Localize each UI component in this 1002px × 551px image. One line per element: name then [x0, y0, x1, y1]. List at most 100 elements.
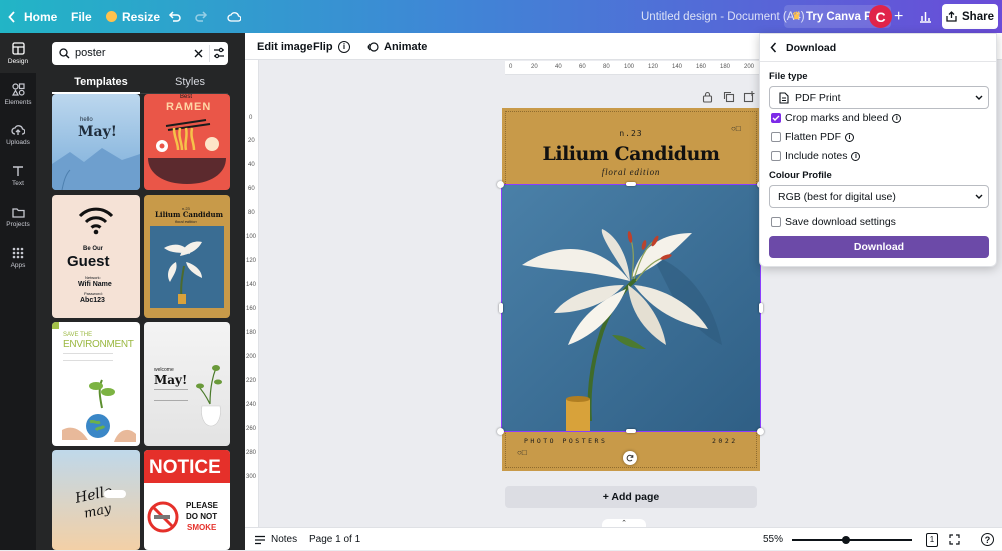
resize-handle[interactable] — [499, 303, 503, 313]
flatten-pdf-checkbox[interactable] — [771, 132, 781, 142]
chevron-left-icon — [8, 10, 15, 23]
chevron-left-icon[interactable] — [770, 42, 777, 53]
info-icon[interactable]: i — [851, 151, 861, 161]
template-text: Wifi Name — [78, 281, 112, 288]
info-icon[interactable]: i — [845, 132, 855, 142]
template-card-welcome-may[interactable]: welcome May! — [144, 322, 230, 446]
filter-sliders-icon[interactable] — [213, 47, 225, 59]
expand-icon — [949, 534, 960, 545]
ruler-label: 160 — [246, 306, 257, 312]
template-card-notice[interactable]: NOTICE PLEASE DO NOT SMOKE — [144, 450, 230, 550]
template-text: May! — [154, 373, 188, 387]
page-indicator[interactable]: Page 1 of 1 — [309, 528, 360, 551]
share-upload-icon — [946, 11, 957, 22]
rotate-handle[interactable] — [623, 451, 637, 465]
tab-styles[interactable]: Styles — [144, 76, 236, 88]
ruler-label: 200 — [246, 354, 257, 360]
template-card-hello-may[interactable]: hello May! — [52, 94, 140, 190]
search-box[interactable]: poster — [52, 42, 228, 65]
file-menu[interactable]: File — [71, 0, 92, 33]
rail-item-text[interactable]: Text — [0, 156, 36, 196]
cloud-save-status[interactable] — [227, 0, 241, 33]
resize-handle[interactable] — [626, 182, 636, 186]
crop-marks-checkbox[interactable] — [771, 113, 781, 123]
zoom-level[interactable]: 55% — [763, 528, 783, 551]
top-bar: Home File Resize Untitled design - Docum… — [0, 0, 1002, 33]
rail-label: Text — [12, 180, 24, 187]
close-icon[interactable] — [194, 49, 203, 58]
lock-icon[interactable] — [702, 91, 713, 103]
help-button[interactable]: ? — [981, 528, 994, 551]
info-icon[interactable]: i — [892, 113, 902, 123]
template-card-hello-may-clouds[interactable]: Hello may — [52, 450, 140, 550]
resize-handle[interactable] — [759, 303, 763, 313]
poster-subtitle: floral edition — [601, 167, 661, 177]
template-card-ramen[interactable]: Best RAMEN — [144, 94, 230, 190]
poster-footer-left: PHOTO POSTERS — [524, 437, 608, 445]
resize-label: Resize — [122, 9, 161, 24]
avatar[interactable]: C — [869, 5, 892, 28]
redo-button[interactable] — [195, 0, 208, 33]
folder-icon — [11, 207, 25, 218]
document-title[interactable]: Untitled design - Document (A4) — [641, 0, 805, 33]
ruler-label: 160 — [696, 64, 707, 70]
ruler-label: 260 — [246, 426, 257, 432]
file-type-select[interactable]: PDF Print — [769, 86, 989, 109]
rail-item-uploads[interactable]: Uploads — [0, 115, 36, 155]
resize-handle[interactable] — [626, 429, 636, 433]
include-notes-checkbox[interactable] — [771, 151, 781, 161]
poster-footer-right: 2022 — [712, 437, 738, 445]
template-text: Password: — [84, 291, 103, 296]
template-card-lilium[interactable]: n.23 Lilium Candidum floral edition — [144, 195, 230, 318]
template-text: RAMEN — [166, 101, 212, 113]
download-button[interactable]: Download — [769, 236, 989, 258]
home-button[interactable]: Home — [8, 0, 57, 33]
save-settings-option[interactable]: Save download settings — [785, 216, 896, 228]
flatten-pdf-option[interactable]: Flatten PDF i — [785, 131, 855, 143]
ruler-label: 60 — [248, 186, 255, 192]
zoom-slider[interactable] — [792, 536, 912, 544]
edit-image-button[interactable]: Edit image — [257, 33, 313, 60]
animate-button[interactable]: Animate — [367, 33, 427, 60]
info-button[interactable]: i — [338, 33, 350, 60]
no-smoking-icon — [147, 501, 179, 533]
fullscreen-button[interactable] — [949, 528, 960, 551]
resize-handle[interactable] — [757, 428, 764, 435]
notes-icon — [255, 535, 265, 544]
apps-grid-icon — [12, 247, 24, 259]
colour-profile-select[interactable]: RGB (best for digital use) — [769, 185, 989, 208]
include-notes-option[interactable]: Include notes i — [785, 150, 861, 162]
undo-button[interactable] — [168, 0, 181, 33]
template-text: Guest — [67, 253, 110, 270]
share-button[interactable]: Share — [942, 4, 998, 29]
rail-item-apps[interactable]: Apps — [0, 238, 36, 278]
rail-item-elements[interactable]: Elements — [0, 74, 36, 114]
ruler-label: 180 — [246, 330, 257, 336]
flip-button[interactable]: Flip — [313, 33, 333, 60]
page-count-button[interactable]: 1 — [926, 528, 938, 551]
save-settings-checkbox[interactable] — [771, 217, 781, 227]
resize-handle[interactable] — [497, 181, 504, 188]
template-card-guest-wifi[interactable]: Be Our Guest Network: Wifi Name Password… — [52, 195, 140, 318]
insights-button[interactable] — [919, 0, 932, 33]
poster-square-icon: ○□ — [731, 124, 741, 133]
ruler-label: 120 — [648, 64, 659, 70]
home-label: Home — [24, 9, 58, 24]
template-body-lines — [154, 389, 188, 401]
crop-marks-option[interactable]: Crop marks and bleed i — [785, 112, 902, 124]
resize-button[interactable]: Resize — [106, 0, 160, 33]
add-page-button[interactable]: + Add page — [505, 486, 757, 508]
zoom-slider-thumb[interactable] — [842, 536, 850, 544]
add-page-icon[interactable] — [743, 91, 755, 103]
chevron-down-icon — [975, 95, 983, 100]
search-input[interactable]: poster — [75, 47, 106, 59]
file-type-label: File type — [769, 71, 808, 82]
rail-item-design[interactable]: Design — [0, 33, 36, 73]
resize-handle[interactable] — [497, 428, 504, 435]
notes-button[interactable]: Notes — [254, 528, 297, 551]
tab-templates[interactable]: Templates — [55, 76, 147, 88]
rail-item-projects[interactable]: Projects — [0, 197, 36, 237]
duplicate-page-icon[interactable] — [723, 91, 735, 103]
template-card-save-environment[interactable]: SAVE THE ENVIRONMENT — [52, 322, 140, 446]
add-collaborator-button[interactable]: + — [894, 0, 903, 33]
